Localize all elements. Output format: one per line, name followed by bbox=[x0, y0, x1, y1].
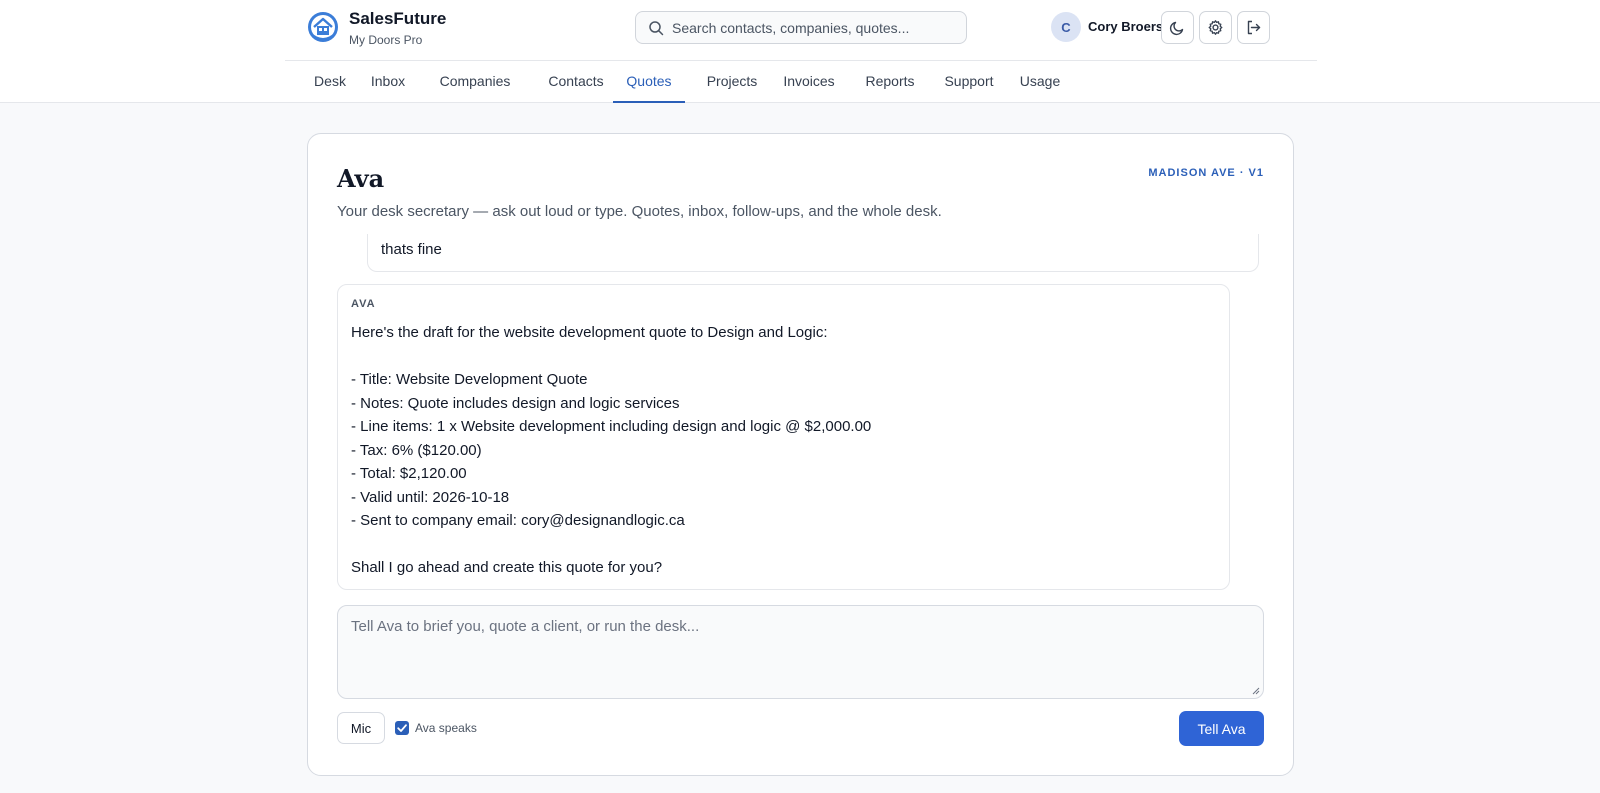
checkmark-icon bbox=[397, 724, 407, 732]
nav-contacts[interactable]: Contacts bbox=[538, 62, 614, 103]
ava-speaks-label[interactable]: Ava speaks bbox=[415, 721, 477, 735]
nav-inbox[interactable]: Inbox bbox=[363, 62, 413, 103]
nav-support[interactable]: Support bbox=[933, 62, 1005, 103]
nav-reports[interactable]: Reports bbox=[854, 62, 926, 103]
theme-toggle-button[interactable] bbox=[1161, 11, 1194, 44]
top-bar: SalesFuture My Doors Pro C Cory Broersma bbox=[0, 0, 1600, 103]
search-box[interactable] bbox=[635, 11, 967, 44]
resize-grip-icon[interactable] bbox=[1252, 687, 1260, 695]
assistant-card: Ava MADISON AVE · V1 Your desk secretary… bbox=[307, 133, 1294, 776]
header: SalesFuture My Doors Pro C Cory Broersma bbox=[285, 0, 1317, 61]
message-input[interactable] bbox=[338, 606, 1263, 698]
brand-subtitle: My Doors Pro bbox=[349, 33, 423, 47]
user-message: thats fine bbox=[367, 234, 1259, 272]
ava-message: AVA Here's the draft for the website dev… bbox=[337, 284, 1230, 590]
mic-button[interactable]: Mic bbox=[337, 712, 385, 744]
user-message-text: thats fine bbox=[381, 241, 442, 258]
search-input[interactable] bbox=[672, 12, 962, 43]
nav-usage[interactable]: Usage bbox=[1009, 62, 1071, 103]
search-icon bbox=[649, 21, 664, 36]
avatar[interactable]: C bbox=[1051, 12, 1081, 42]
ava-speaks-checkbox[interactable] bbox=[395, 721, 409, 735]
version-badge: MADISON AVE · V1 bbox=[1148, 167, 1264, 179]
logout-icon bbox=[1247, 20, 1261, 35]
nav-invoices[interactable]: Invoices bbox=[773, 62, 845, 103]
ava-message-label: AVA bbox=[351, 298, 376, 310]
nav-quotes[interactable]: Quotes bbox=[613, 62, 685, 103]
composer bbox=[337, 605, 1264, 699]
brand-name: SalesFuture bbox=[349, 9, 447, 28]
nav-companies[interactable]: Companies bbox=[427, 62, 523, 103]
tell-ava-button[interactable]: Tell Ava bbox=[1179, 711, 1264, 746]
logout-button[interactable] bbox=[1237, 11, 1270, 44]
moon-icon bbox=[1169, 21, 1184, 36]
ava-message-text: Here's the draft for the website develop… bbox=[351, 324, 872, 576]
house-logo-icon[interactable] bbox=[307, 11, 339, 43]
nav-projects[interactable]: Projects bbox=[694, 62, 770, 103]
page-title: Ava bbox=[337, 164, 385, 193]
settings-button[interactable] bbox=[1199, 11, 1232, 44]
page-subtitle: Your desk secretary — ask out loud or ty… bbox=[337, 203, 942, 220]
nav-desk[interactable]: Desk bbox=[306, 62, 354, 103]
gear-icon bbox=[1208, 20, 1223, 35]
